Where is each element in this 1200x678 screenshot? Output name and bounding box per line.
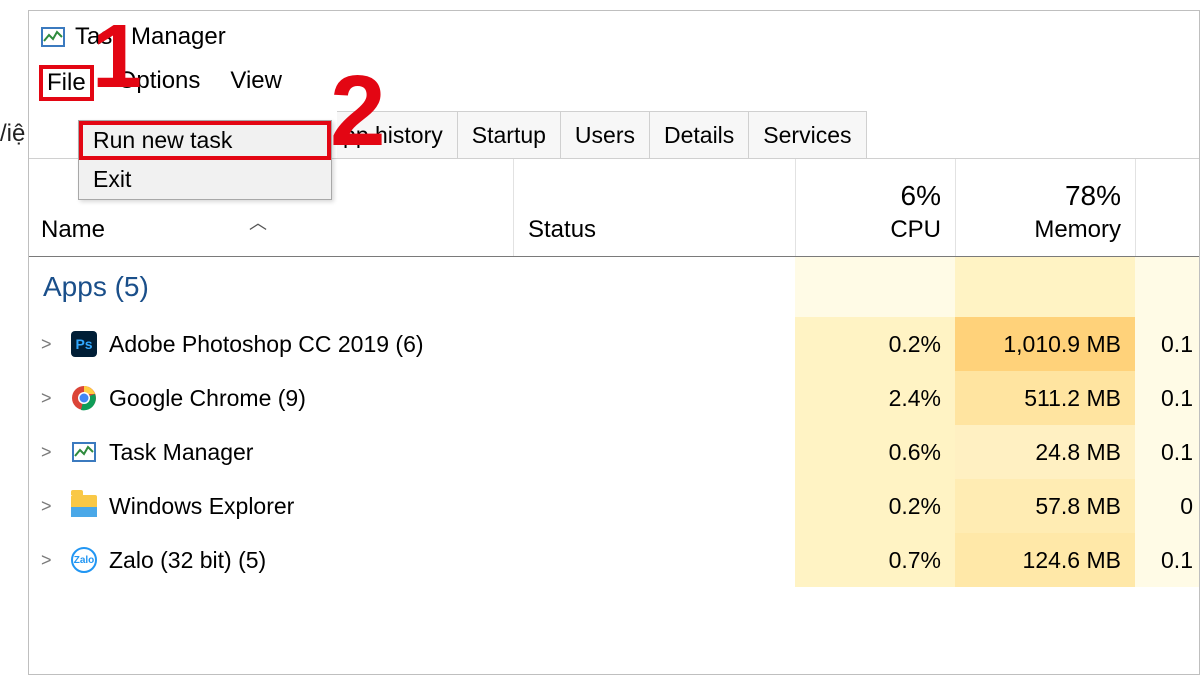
cpu-value: 0.2% (795, 479, 955, 533)
task-manager-row-icon (71, 439, 97, 465)
extra-value: 0.1 (1135, 317, 1199, 371)
memory-label: Memory (1034, 216, 1121, 244)
cpu-value: 0.7% (795, 533, 955, 587)
process-name: Google Chrome (9) (109, 385, 306, 412)
process-name: Windows Explorer (109, 493, 294, 520)
expand-icon[interactable]: > (41, 334, 59, 355)
process-name: Zalo (32 bit) (5) (109, 547, 266, 574)
expand-icon[interactable]: > (41, 496, 59, 517)
extra-value: 0 (1135, 479, 1199, 533)
titlebar: Task Manager (29, 11, 1199, 61)
cpu-usage-percent: 6% (901, 180, 941, 212)
column-header-next[interactable] (1135, 159, 1199, 256)
task-manager-window: Task Manager File Options View Processes… (28, 10, 1200, 675)
callout-step-2: 2 (330, 54, 386, 169)
file-menu-dropdown: Run new task Exit (78, 120, 332, 200)
photoshop-icon: Ps (71, 331, 97, 357)
callout-step-1: 1 (92, 6, 142, 109)
memory-usage-percent: 78% (1065, 180, 1121, 212)
table-row[interactable]: > Ps Adobe Photoshop CC 2019 (6) 0.2% 1,… (29, 317, 1199, 371)
column-header-status[interactable]: Status (513, 159, 795, 256)
tab-services[interactable]: Services (749, 111, 866, 158)
menubar: File Options View (29, 61, 1199, 111)
menu-file[interactable]: File (39, 65, 94, 101)
explorer-icon (71, 493, 97, 519)
memory-value: 511.2 MB (955, 371, 1135, 425)
chrome-icon (71, 385, 97, 411)
menu-item-run-new-task[interactable]: Run new task (79, 121, 331, 160)
process-list: Apps (5) > Ps Adobe Photoshop CC 2019 (6… (29, 257, 1199, 678)
table-row[interactable]: > Google Chrome (9) 2.4% 511.2 MB 0.1 (29, 371, 1199, 425)
table-row[interactable]: > Windows Explorer 0.2% 57.8 MB 0 (29, 479, 1199, 533)
cpu-label: CPU (890, 216, 941, 244)
task-manager-icon (41, 27, 65, 47)
extra-value: 0.1 (1135, 371, 1199, 425)
background-text-fragment: /iệ (0, 120, 25, 148)
table-row[interactable]: > Zalo Zalo (32 bit) (5) 0.7% 124.6 MB 0… (29, 533, 1199, 587)
cpu-value: 2.4% (795, 371, 955, 425)
table-row[interactable]: > Task Manager 0.6% 24.8 MB 0.1 (29, 425, 1199, 479)
memory-value: 1,010.9 MB (955, 317, 1135, 371)
cpu-value: 0.6% (795, 425, 955, 479)
process-name: Adobe Photoshop CC 2019 (6) (109, 331, 424, 358)
memory-value: 24.8 MB (955, 425, 1135, 479)
collapse-caret-icon[interactable]: ︿ (249, 209, 267, 235)
tab-startup[interactable]: Startup (458, 111, 561, 158)
process-name: Task Manager (109, 439, 253, 466)
column-header-cpu[interactable]: 6% CPU (795, 159, 955, 256)
memory-value: 124.6 MB (955, 533, 1135, 587)
column-header-memory[interactable]: 78% Memory (955, 159, 1135, 256)
extra-value: 0.1 (1135, 425, 1199, 479)
expand-icon[interactable]: > (41, 442, 59, 463)
tab-users[interactable]: Users (561, 111, 650, 158)
memory-value: 57.8 MB (955, 479, 1135, 533)
tab-details[interactable]: Details (650, 111, 749, 158)
expand-icon[interactable]: > (41, 550, 59, 571)
group-apps-label: Apps (5) (29, 257, 513, 317)
expand-icon[interactable]: > (41, 388, 59, 409)
cpu-value: 0.2% (795, 317, 955, 371)
group-apps[interactable]: Apps (5) (29, 257, 1199, 317)
extra-value: 0.1 (1135, 533, 1199, 587)
menu-item-exit[interactable]: Exit (79, 160, 331, 199)
menu-view[interactable]: View (224, 65, 288, 101)
zalo-icon: Zalo (71, 547, 97, 573)
